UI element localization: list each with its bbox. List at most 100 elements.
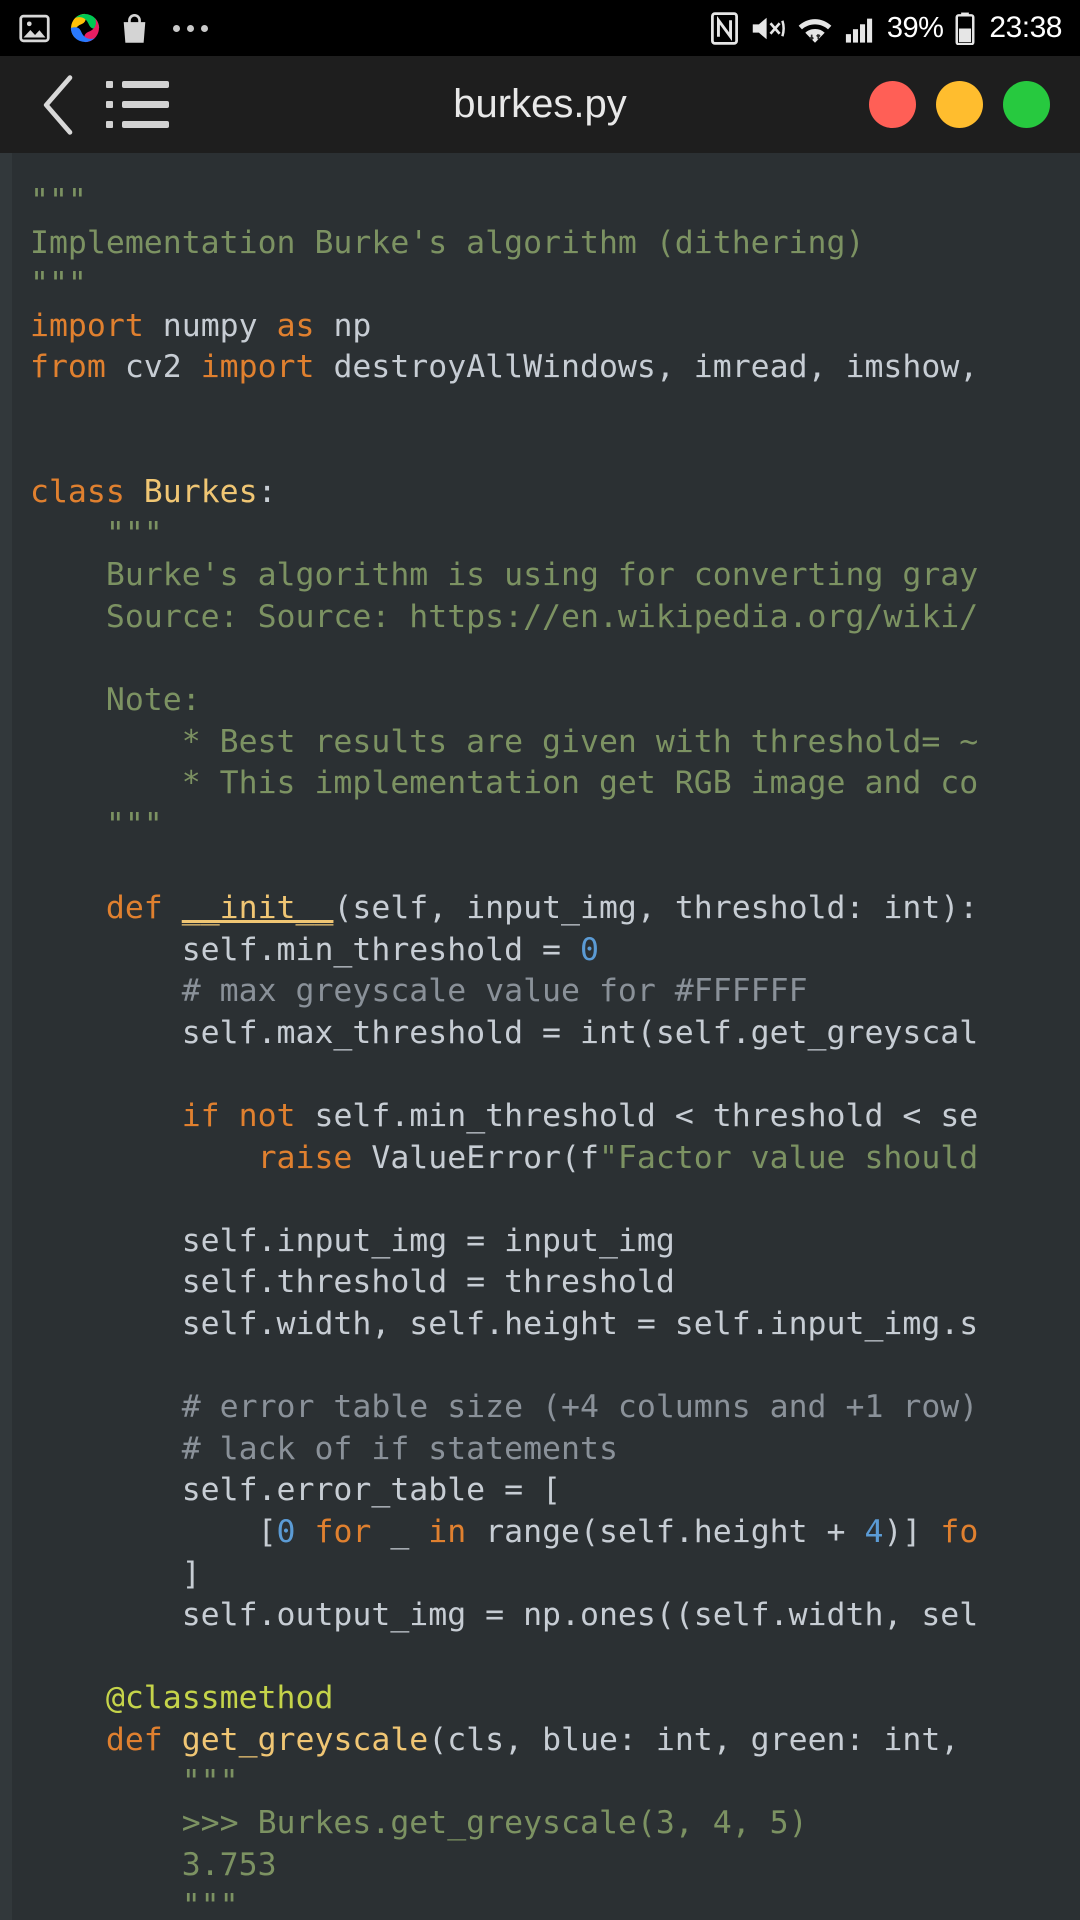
code-line: """	[30, 264, 1080, 306]
code-token: """	[30, 183, 87, 219]
code-token: 0	[579, 931, 599, 968]
code-line: 3.753	[30, 1845, 1080, 1887]
code-token: fo	[940, 1514, 979, 1550]
code-token: self.max_threshold = int(self.get_greysc…	[30, 1014, 979, 1051]
code-line: self.max_threshold = int(self.get_greysc…	[30, 1013, 1080, 1055]
code-line: """	[30, 805, 1080, 847]
battery-icon	[955, 12, 975, 45]
code-token: """	[30, 266, 87, 303]
code-line: Burke's algorithm is using for convertin…	[30, 555, 1080, 597]
back-chevron-glyph	[43, 74, 73, 135]
code-token: # error table size (+4 columns and +1 ro…	[30, 1389, 979, 1426]
code-line: * Best results are given with threshold=…	[30, 722, 1080, 764]
code-token: >>> Burkes.get_greyscale(3, 4, 5)	[30, 1805, 808, 1842]
code-line: * This implementation get RGB image and …	[30, 763, 1080, 805]
code-content[interactable]: """ Implementation Burke's algorithm (dit…	[0, 153, 1080, 1920]
code-line: # max greyscale value for #FFFFFF	[30, 971, 1080, 1013]
code-token: Burkes	[143, 474, 258, 511]
code-token: 4	[864, 1514, 884, 1550]
code-editor[interactable]: """ Implementation Burke's algorithm (dit…	[0, 153, 1080, 1920]
menu-line	[106, 101, 176, 108]
code-token: cv2	[105, 349, 201, 386]
menu-line	[106, 81, 176, 88]
code-token: in	[428, 1514, 467, 1550]
maximize-button[interactable]	[1003, 81, 1050, 128]
code-token: self.min_threshold =	[30, 931, 580, 968]
code-token: [	[30, 1514, 277, 1550]
code-line: Implementation Burke's algorithm (dither…	[30, 223, 1080, 265]
code-token: """	[30, 1888, 239, 1920]
code-line: self.error_table = [	[30, 1470, 1080, 1512]
battery-percent-label: 39%	[886, 11, 944, 44]
code-token: import	[200, 349, 315, 386]
code-token: if	[181, 1098, 220, 1135]
status-bar: 39% 23:38	[0, 0, 1080, 56]
code-line: Note:	[30, 680, 1080, 722]
code-line: if not self.min_threshold < threshold < …	[30, 1096, 1080, 1138]
code-token: (self, input_img, threshold: int):	[333, 890, 979, 927]
window-buttons	[869, 81, 1050, 128]
code-line: >>> Burkes.get_greyscale(3, 4, 5)	[30, 1803, 1080, 1845]
code-token: class	[30, 474, 125, 511]
code-token: _	[371, 1514, 429, 1550]
code-token: self.input_img = input_img	[30, 1222, 675, 1259]
code-token: * This implementation get RGB image and …	[30, 765, 979, 802]
code-token: __init__	[181, 890, 334, 927]
code-token: * Best results are given with threshold=…	[30, 723, 979, 760]
code-line: @classmethod	[30, 1678, 1080, 1720]
code-line: import numpy as np	[30, 306, 1080, 348]
code-token: numpy	[143, 307, 277, 344]
code-token: get_greyscale	[181, 1721, 429, 1758]
back-chevron-icon[interactable]	[30, 70, 88, 140]
nfc-icon	[710, 11, 738, 45]
clock-label: 23:38	[989, 11, 1062, 44]
code-token: as	[276, 307, 315, 344]
code-line: ]	[30, 1554, 1080, 1596]
code-token: def	[105, 890, 163, 927]
code-line: def get_greyscale(cls, blue: int, green:…	[30, 1720, 1080, 1762]
code-token: """	[30, 515, 163, 552]
code-token: ValueError(f	[352, 1139, 599, 1176]
list-menu-icon[interactable]	[106, 70, 176, 140]
status-bar-left-icons	[18, 11, 208, 45]
code-token: self.min_threshold < threshold < se	[295, 1098, 979, 1135]
code-token: """	[30, 806, 163, 843]
more-dots-icon	[173, 24, 208, 32]
code-token: Implementation Burke's algorithm (dither…	[30, 224, 865, 261]
code-token: 0	[276, 1514, 296, 1550]
code-token: )]	[883, 1514, 941, 1550]
code-token: for	[314, 1514, 372, 1550]
samsung-internet-icon	[70, 13, 100, 43]
wifi-icon	[798, 18, 832, 43]
app-bar: burkes.py	[0, 56, 1080, 153]
code-line: def __init__(self, input_img, threshold:…	[30, 888, 1080, 930]
signal-bars-icon	[845, 18, 872, 43]
code-line: # error table size (+4 columns and +1 ro…	[30, 1387, 1080, 1429]
code-token: 3.753	[30, 1846, 277, 1883]
code-token: not	[238, 1098, 296, 1135]
code-line: """	[30, 514, 1080, 556]
code-line: [0 for _ in range(self.height + 4)] fo	[30, 1512, 1080, 1554]
code-token: @classmethod	[105, 1680, 334, 1717]
minimize-button[interactable]	[936, 81, 983, 128]
code-token: # max greyscale value for #FFFFFF	[30, 973, 808, 1010]
code-line: self.min_threshold = 0	[30, 930, 1080, 972]
code-line: """	[30, 181, 1080, 223]
close-button[interactable]	[869, 81, 916, 128]
mute-vibrate-icon	[752, 17, 785, 39]
gallery-icon	[19, 14, 50, 42]
code-token: (cls, blue: int, green: int,	[428, 1721, 960, 1758]
code-token: Note:	[30, 682, 201, 719]
code-token: raise	[257, 1139, 353, 1176]
